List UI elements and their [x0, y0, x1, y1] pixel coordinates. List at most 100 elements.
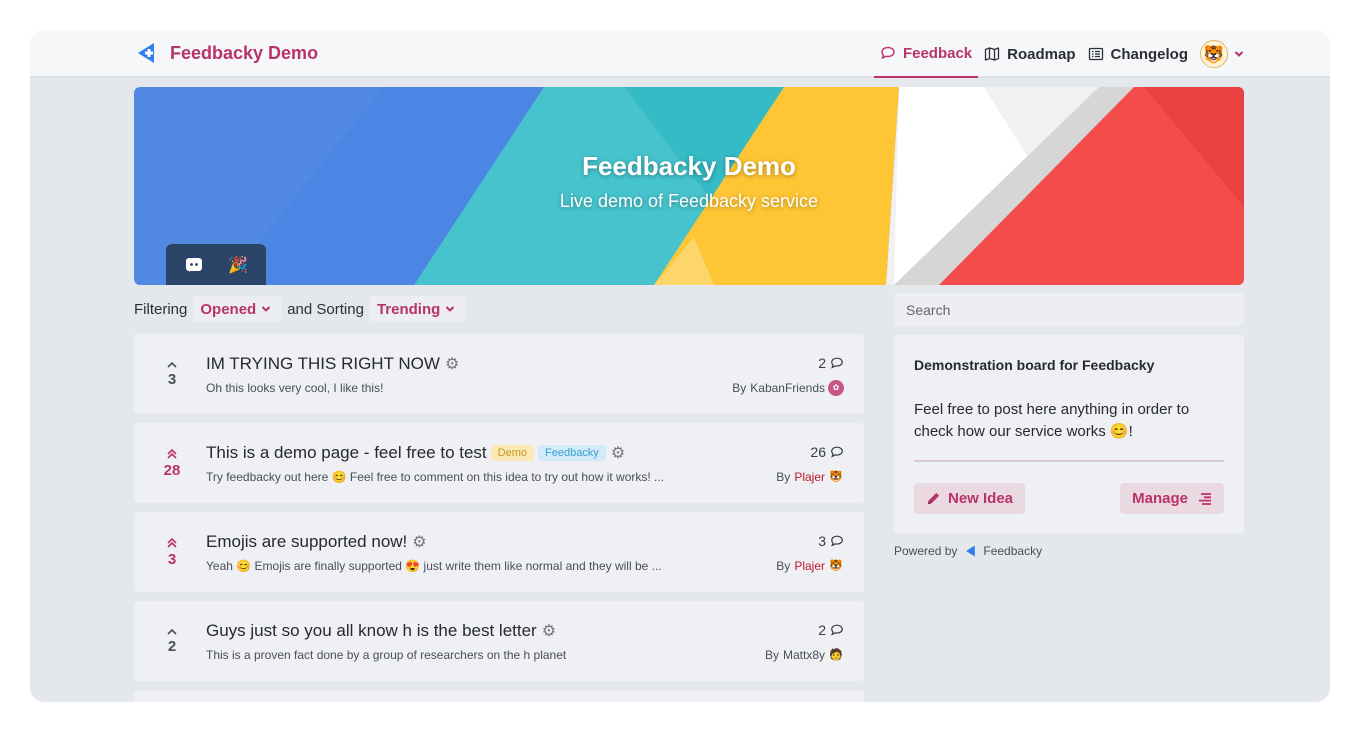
idea-description: Oh this looks very cool, I like this!: [206, 381, 384, 395]
gear-icon[interactable]: ⚙: [611, 443, 625, 463]
comment-count: 26: [810, 444, 844, 460]
manage-button[interactable]: Manage: [1120, 483, 1224, 514]
author-name[interactable]: Plajer: [794, 559, 825, 573]
chevron-up-icon: [167, 361, 177, 368]
filter-bar: Filtering Opened and Sorting Trending: [134, 296, 471, 322]
idea-author: By Plajer 🐯: [776, 469, 844, 485]
idea-description: This is a proven fact done by a group of…: [206, 648, 567, 662]
idea-card[interactable]: 2 Guys just so you all know h is the bes…: [134, 601, 864, 681]
nav-roadmap[interactable]: Roadmap: [978, 30, 1081, 78]
comment-icon: [831, 357, 843, 369]
gear-icon[interactable]: ⚙: [445, 354, 459, 374]
board-description-end: !: [1128, 423, 1133, 440]
idea-title-text: IM TRYING THIS RIGHT NOW: [206, 354, 440, 373]
idea-title[interactable]: Guys just so you all know h is the best …: [206, 621, 556, 641]
nav-feedback[interactable]: Feedback: [873, 30, 979, 78]
powered-by-label: Powered by: [894, 544, 958, 558]
feedbacky-logo-icon: [138, 43, 154, 63]
tag-demo: Demo: [490, 445, 534, 461]
filter-value: Opened: [200, 300, 257, 318]
manage-label: Manage: [1132, 490, 1188, 507]
powered-by[interactable]: Powered by Feedbacky: [894, 544, 1042, 558]
author-avatar: 🐯: [829, 470, 843, 483]
nav-changelog-label: Changelog: [1110, 45, 1189, 63]
banner-background: [134, 87, 1244, 285]
upvote-button[interactable]: 3: [156, 512, 188, 592]
board-banner: Feedbacky Demo Live demo of Feedbacky se…: [134, 87, 1244, 285]
comment-count: 2: [818, 355, 844, 371]
new-idea-label: New Idea: [948, 490, 1014, 507]
smile-emoji-icon: 😊: [1109, 423, 1129, 440]
comment-icon: [831, 446, 843, 458]
idea-description: Try feedbacky out here 😊 Feel free to co…: [206, 470, 665, 484]
filter-dropdown[interactable]: Opened: [193, 296, 282, 322]
brand[interactable]: Feedbacky Demo: [136, 42, 318, 64]
idea-card[interactable]: [134, 690, 864, 702]
gear-icon[interactable]: ⚙: [412, 532, 426, 552]
author-name[interactable]: Plajer: [794, 470, 825, 484]
chevron-down-icon: [1234, 51, 1244, 57]
upvote-button[interactable]: 28: [156, 423, 188, 503]
avatar: 🐯: [1200, 40, 1228, 68]
board-title: Demonstration board for Feedbacky: [914, 357, 1155, 373]
nav-feedback-label: Feedback: [902, 44, 973, 62]
top-navbar: Feedbacky Demo Feedback Roadmap Changelo…: [30, 30, 1330, 78]
comment-count: 2: [818, 622, 844, 638]
idea-title[interactable]: IM TRYING THIS RIGHT NOW ⚙: [206, 354, 459, 374]
nav-changelog[interactable]: Changelog: [1082, 30, 1195, 78]
vote-count: 3: [167, 370, 177, 388]
tag-feedbacky: Feedbacky: [538, 445, 606, 461]
main-nav: Feedback Roadmap Changelog 🐯: [873, 30, 1244, 78]
comment-count-value: 2: [818, 355, 826, 371]
by-label: By: [776, 559, 791, 573]
idea-card[interactable]: 28 This is a demo page - feel free to te…: [134, 423, 864, 503]
list-icon: [1088, 47, 1103, 61]
user-menu[interactable]: 🐯: [1200, 40, 1244, 68]
social-links: 🎉: [166, 244, 266, 285]
by-label: By: [764, 648, 779, 662]
upvote-button[interactable]: 2: [156, 601, 188, 681]
idea-author: By Plajer 🐯: [776, 558, 844, 574]
party-icon[interactable]: 🎉: [222, 249, 254, 281]
sorting-label: and Sorting: [287, 300, 364, 318]
comment-count-value: 2: [818, 622, 826, 638]
author-avatar: ✿: [828, 380, 844, 396]
settings-list-icon: [1199, 492, 1211, 505]
board-description: Feel free to post here anything in order…: [914, 399, 1214, 443]
idea-card[interactable]: 3 Emojis are supported now! ⚙ Yeah 😊 Emo…: [134, 512, 864, 592]
banner-title: Feedbacky Demo: [582, 151, 796, 181]
pencil-icon: [927, 492, 940, 505]
comment-icon: [831, 624, 843, 636]
nav-roadmap-label: Roadmap: [1007, 45, 1076, 63]
powered-by-brand: Feedbacky: [983, 544, 1043, 558]
by-label: By: [776, 470, 791, 484]
vote-count: 3: [167, 550, 177, 568]
search-input[interactable]: [894, 293, 1244, 326]
sort-value: Trending: [376, 300, 441, 318]
upvote-button[interactable]: 3: [156, 334, 188, 414]
author-name[interactable]: KabanFriends: [750, 381, 825, 395]
idea-list: 3 IM TRYING THIS RIGHT NOW ⚙ Oh this loo…: [134, 334, 864, 702]
idea-description: Yeah 😊 Emojis are finally supported 😍 ju…: [206, 559, 662, 573]
author-name[interactable]: Mattx8y: [783, 648, 825, 662]
comment-count-value: 3: [818, 533, 826, 549]
idea-title[interactable]: Emojis are supported now! ⚙: [206, 532, 427, 552]
comment-count-value: 26: [810, 444, 826, 460]
author-avatar: 🧑: [829, 648, 843, 661]
gear-icon[interactable]: ⚙: [542, 621, 556, 641]
divider: [914, 460, 1224, 462]
comment-icon: [831, 535, 843, 547]
idea-title-text: This is a demo page - feel free to test: [206, 443, 487, 462]
discord-icon[interactable]: [178, 249, 210, 281]
map-icon: [985, 47, 1000, 61]
idea-card[interactable]: 3 IM TRYING THIS RIGHT NOW ⚙ Oh this loo…: [134, 334, 864, 414]
double-chevron-up-icon: [167, 448, 177, 459]
idea-title[interactable]: This is a demo page - feel free to test …: [206, 443, 625, 463]
idea-author: By KabanFriends ✿: [732, 380, 844, 396]
sort-dropdown[interactable]: Trending: [369, 296, 466, 322]
chevron-up-icon: [167, 628, 177, 635]
double-chevron-up-icon: [167, 537, 177, 548]
chevron-down-icon: [261, 306, 271, 312]
new-idea-button[interactable]: New Idea: [914, 483, 1026, 514]
vote-count: 2: [167, 637, 177, 655]
